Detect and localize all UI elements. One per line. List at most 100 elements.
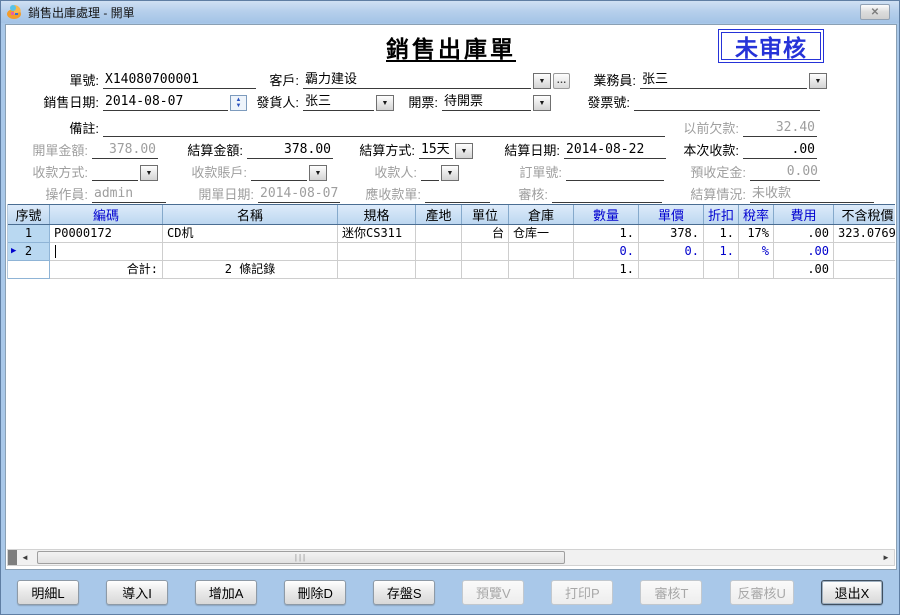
field-receivable-doc-label: 應收款單: xyxy=(347,187,421,203)
total-cell xyxy=(704,261,739,279)
field-receiver-input xyxy=(421,179,439,181)
cell-text: 迷你CS311 xyxy=(342,226,402,240)
column-header[interactable]: 名稱 xyxy=(163,205,338,224)
total-cell xyxy=(416,261,462,279)
field-po-no: 訂單號: xyxy=(502,163,664,181)
table-cell[interactable]: 1. xyxy=(704,225,739,243)
field-receiver-dropdown: ▼ xyxy=(441,165,459,181)
column-header[interactable]: 產地 xyxy=(416,205,462,224)
field-current-receipt-input[interactable]: .00 xyxy=(743,142,817,159)
total-cell: 2 條記錄 xyxy=(163,261,338,279)
table-row: ▶2 0.0. 1.% .00 xyxy=(8,243,895,261)
cell-text: 1. xyxy=(720,244,734,258)
field-remark-input[interactable] xyxy=(103,135,665,137)
field-settle-amount-input[interactable]: 378.00 xyxy=(247,142,333,159)
field-settle-date-label: 結算日期: xyxy=(486,143,560,159)
table-cell[interactable]: .00 xyxy=(774,243,834,261)
table-cell[interactable]: 0. xyxy=(639,243,704,261)
hscroll-thumb[interactable]: ||| xyxy=(37,551,565,564)
save-button[interactable]: 存盤S xyxy=(373,580,435,605)
table-cell[interactable]: 17% xyxy=(739,225,774,243)
scroll-left-icon[interactable]: ◄ xyxy=(17,550,33,565)
field-customer: 客戶:霸力建设▼… xyxy=(257,71,570,89)
table-cell[interactable] xyxy=(834,243,895,261)
row-selector-cell[interactable]: ▶2 xyxy=(8,243,50,261)
field-invoice-status-input[interactable]: 待開票 xyxy=(442,94,531,111)
field-order-no: 單號:X14080700001 xyxy=(52,71,256,89)
table-cell[interactable]: 迷你CS311 xyxy=(338,225,416,243)
field-shipper-input[interactable]: 张三 xyxy=(303,94,374,111)
column-header[interactable]: 編碼 xyxy=(50,205,163,224)
column-header[interactable]: 稅率 xyxy=(739,205,774,224)
table-cell[interactable] xyxy=(50,243,163,261)
delete-button[interactable]: 刪除D xyxy=(284,580,346,605)
column-header[interactable]: 單價 xyxy=(639,205,704,224)
table-cell[interactable]: 台 xyxy=(462,225,509,243)
table-cell[interactable]: .00 xyxy=(774,225,834,243)
table-cell[interactable] xyxy=(462,243,509,261)
current-row-marker: ▶ xyxy=(11,244,16,259)
field-receivable-doc-input xyxy=(425,201,490,203)
field-customer-dropdown[interactable]: ▼ xyxy=(533,73,551,89)
horizontal-scrollbar[interactable]: ◄ ||| ► xyxy=(7,549,895,566)
field-settle-amount-label: 結算金額: xyxy=(161,143,243,159)
table-cell[interactable]: 1. xyxy=(574,225,639,243)
field-current-receipt: 本次收款:.00 xyxy=(663,141,817,159)
column-header[interactable]: 序號 xyxy=(8,205,50,224)
field-salesman-dropdown[interactable]: ▼ xyxy=(809,73,827,89)
field-reviewer: 審核: xyxy=(492,185,662,203)
titlebar[interactable]: 銷售出庫處理 - 開單 ✕ xyxy=(1,1,899,23)
field-invoice-status-dropdown[interactable]: ▼ xyxy=(533,95,551,111)
field-remark: 備註: xyxy=(52,119,665,137)
cell-text: % xyxy=(762,244,769,258)
print-button: 打印P xyxy=(551,580,613,605)
import-button[interactable]: 導入I xyxy=(106,580,168,605)
field-settle-date-input[interactable]: 2014-08-22 xyxy=(564,142,666,159)
column-header[interactable]: 倉庫 xyxy=(509,205,574,224)
column-header[interactable]: 折扣 xyxy=(704,205,739,224)
field-order-no-input[interactable]: X14080700001 xyxy=(103,72,256,89)
scroll-right-icon[interactable]: ► xyxy=(878,550,894,565)
table-cell[interactable] xyxy=(338,243,416,261)
table-cell[interactable] xyxy=(416,225,462,243)
column-header[interactable]: 規格 xyxy=(338,205,416,224)
table-cell[interactable]: 仓库一 xyxy=(509,225,574,243)
field-invoice-no-input[interactable] xyxy=(634,109,820,111)
field-order-no-label: 單號: xyxy=(52,73,99,89)
field-settle-method-input[interactable]: 15天 xyxy=(419,142,453,159)
table-cell[interactable] xyxy=(163,243,338,261)
column-header[interactable]: 單位 xyxy=(462,205,509,224)
table-cell[interactable]: 0. xyxy=(574,243,639,261)
cell-text: 323.0769 xyxy=(838,226,895,240)
table-cell[interactable]: % xyxy=(739,243,774,261)
table-cell[interactable]: CD机 xyxy=(163,225,338,243)
column-header[interactable]: 費用 xyxy=(774,205,834,224)
field-customer-input[interactable]: 霸力建设 xyxy=(303,72,531,89)
field-shipper-dropdown[interactable]: ▼ xyxy=(376,95,394,111)
table-cell[interactable]: P0000172 xyxy=(50,225,163,243)
detail-button[interactable]: 明細L xyxy=(17,580,79,605)
field-remark-label: 備註: xyxy=(52,121,99,137)
table-cell[interactable] xyxy=(416,243,462,261)
table-cell[interactable] xyxy=(509,243,574,261)
close-button[interactable]: ✕ xyxy=(860,4,890,20)
column-header[interactable]: 不含稅價 xyxy=(834,205,895,224)
table-cell[interactable]: 323.0769 xyxy=(834,225,895,243)
field-receiver: 收款人:▼ xyxy=(339,163,459,181)
field-prev-debt-label: 以前欠款: xyxy=(663,121,739,137)
unaudit-button: 反審核U xyxy=(730,580,794,605)
hscroll-track[interactable]: ||| xyxy=(33,550,878,565)
table-cell[interactable]: 1. xyxy=(704,243,739,261)
cell-text: .00 xyxy=(807,226,829,240)
customer-lookup-button[interactable]: … xyxy=(553,73,570,89)
field-salesman-input[interactable]: 张三 xyxy=(640,72,807,89)
field-settle-method-dropdown[interactable]: ▼ xyxy=(455,143,473,159)
exit-button[interactable]: 退出X xyxy=(821,580,883,605)
add-button[interactable]: 增加A xyxy=(195,580,257,605)
field-settle-amount: 結算金額:378.00 xyxy=(161,141,333,159)
field-sale-date-input[interactable]: 2014-08-07 xyxy=(103,94,228,111)
column-header[interactable]: 數量 xyxy=(574,205,639,224)
row-selector-cell[interactable]: 1 xyxy=(8,225,50,243)
table-cell[interactable]: 378. xyxy=(639,225,704,243)
field-settle-method-label: 結算方式: xyxy=(335,143,415,159)
